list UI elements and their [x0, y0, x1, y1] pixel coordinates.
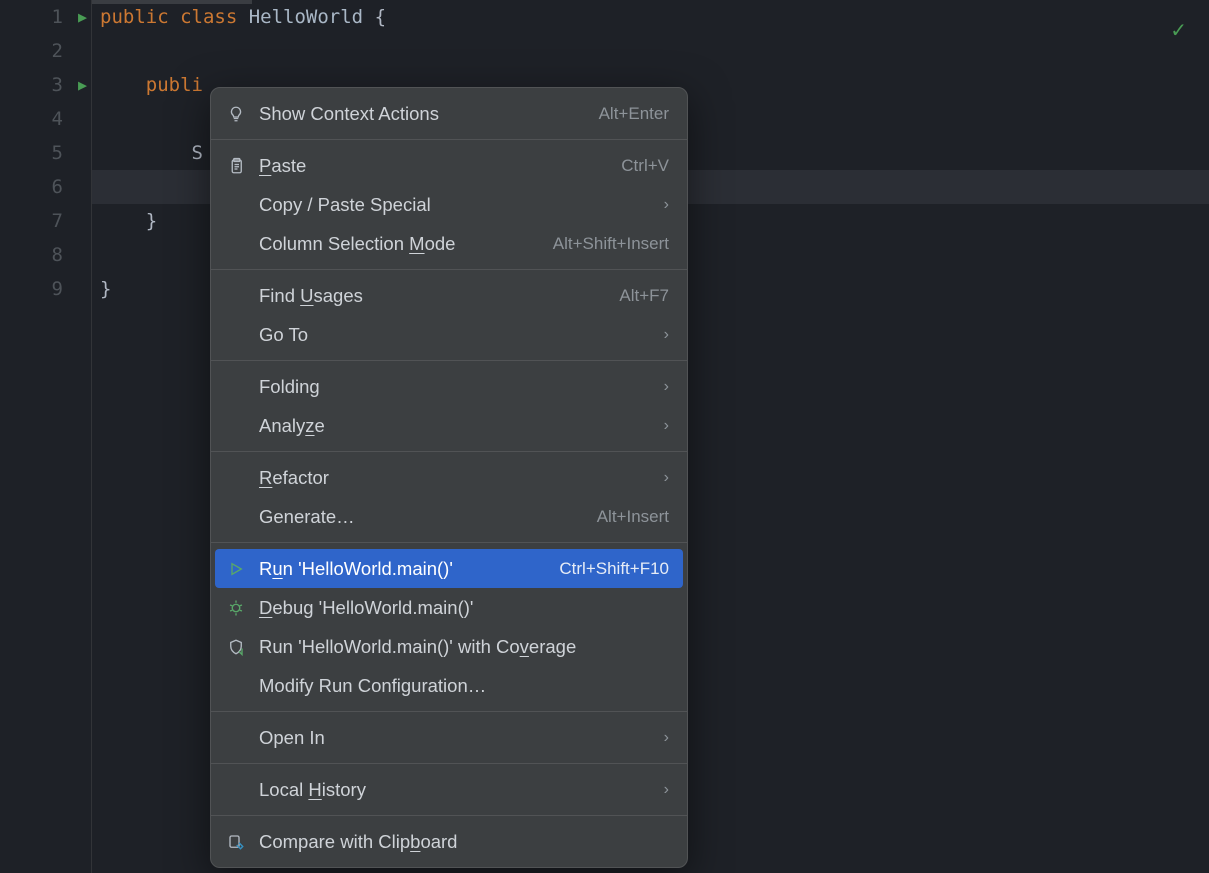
gutter-row: 2: [0, 34, 63, 68]
gutter-row: 5: [0, 136, 63, 170]
bug-icon: [225, 599, 247, 617]
context-menu-shortcut: Ctrl+Shift+F10: [559, 559, 669, 579]
context-menu-shortcut: Alt+Insert: [597, 507, 669, 527]
context-menu-item[interactable]: Local History ›: [211, 770, 687, 809]
context-menu-label: Generate…: [259, 506, 585, 528]
context-menu-shortcut: Alt+Shift+Insert: [553, 234, 669, 254]
context-menu-label: Debug 'HelloWorld.main()': [259, 597, 669, 619]
context-menu-item[interactable]: Analyze ›: [211, 406, 687, 445]
context-menu-separator: [211, 360, 687, 361]
context-menu-separator: [211, 815, 687, 816]
chevron-right-icon: ›: [664, 196, 669, 214]
context-menu-label: Modify Run Configuration…: [259, 675, 669, 697]
context-menu-label: Copy / Paste Special: [259, 194, 652, 216]
context-menu-item[interactable]: Column Selection Mode Alt+Shift+Insert: [211, 224, 687, 263]
code-line: public class HelloWorld {: [100, 0, 1209, 34]
line-number: 5: [45, 136, 63, 170]
context-menu-separator: [211, 269, 687, 270]
gutter-row: 6: [0, 170, 63, 204]
chevron-right-icon: ›: [664, 781, 669, 799]
context-menu-item[interactable]: Show Context Actions Alt+Enter: [211, 94, 687, 133]
context-menu-label: Compare with Clipboard: [259, 831, 669, 853]
context-menu-label: Open In: [259, 727, 652, 749]
line-number: 6: [45, 170, 63, 204]
line-number: 1: [45, 0, 63, 34]
chevron-right-icon: ›: [664, 417, 669, 435]
context-menu-item[interactable]: Debug 'HelloWorld.main()': [211, 588, 687, 627]
context-menu-item[interactable]: Open In ›: [211, 718, 687, 757]
context-menu-item[interactable]: Folding ›: [211, 367, 687, 406]
context-menu-separator: [211, 711, 687, 712]
context-menu-item[interactable]: Modify Run Configuration…: [211, 666, 687, 705]
chevron-right-icon: ›: [664, 326, 669, 344]
context-menu-label: Run 'HelloWorld.main()' with Coverage: [259, 636, 669, 658]
editor-gutter: 1▶23▶456789: [0, 0, 92, 873]
context-menu-shortcut: Ctrl+V: [621, 156, 669, 176]
context-menu-label: Run 'HelloWorld.main()': [259, 558, 547, 580]
run-icon: [225, 561, 247, 577]
line-number: 2: [45, 34, 63, 68]
run-gutter-icon[interactable]: ▶: [78, 68, 87, 102]
context-menu-label: Local History: [259, 779, 652, 801]
context-menu-shortcut: Alt+F7: [619, 286, 669, 306]
context-menu-separator: [211, 451, 687, 452]
gutter-row: 8: [0, 238, 63, 272]
context-menu-separator: [211, 542, 687, 543]
gutter-row: 4: [0, 102, 63, 136]
context-menu-label: Column Selection Mode: [259, 233, 541, 255]
context-menu-label: Go To: [259, 324, 652, 346]
context-menu-label: Find Usages: [259, 285, 607, 307]
context-menu-item[interactable]: Compare with Clipboard: [211, 822, 687, 861]
context-menu-item[interactable]: Copy / Paste Special ›: [211, 185, 687, 224]
context-menu-item[interactable]: Find Usages Alt+F7: [211, 276, 687, 315]
bulb-icon: [225, 105, 247, 123]
gutter-row: 7: [0, 204, 63, 238]
context-menu-item[interactable]: Paste Ctrl+V: [211, 146, 687, 185]
context-menu-separator: [211, 139, 687, 140]
context-menu-label: Folding: [259, 376, 652, 398]
context-menu-label: Show Context Actions: [259, 103, 587, 125]
clipboard-icon: [225, 157, 247, 175]
context-menu-separator: [211, 763, 687, 764]
context-menu-item[interactable]: Run 'HelloWorld.main()' with Coverage: [211, 627, 687, 666]
context-menu-item[interactable]: Refactor ›: [211, 458, 687, 497]
context-menu-label: Refactor: [259, 467, 652, 489]
chevron-right-icon: ›: [664, 378, 669, 396]
context-menu-label: Analyze: [259, 415, 652, 437]
editor-context-menu: Show Context Actions Alt+Enter Paste Ctrl+V…: [210, 87, 688, 868]
gutter-row: 1▶: [0, 0, 63, 34]
context-menu-label: Paste: [259, 155, 609, 177]
context-menu-item[interactable]: Go To ›: [211, 315, 687, 354]
line-number: 8: [45, 238, 63, 272]
line-number: 9: [45, 272, 63, 306]
context-menu-item[interactable]: Generate… Alt+Insert: [211, 497, 687, 536]
context-menu-shortcut: Alt+Enter: [599, 104, 669, 124]
line-number: 3: [45, 68, 63, 102]
run-gutter-icon[interactable]: ▶: [78, 0, 87, 34]
context-menu-item[interactable]: Run 'HelloWorld.main()' Ctrl+Shift+F10: [215, 549, 683, 588]
gutter-row: 9: [0, 272, 63, 306]
shield-icon: [225, 638, 247, 656]
analysis-ok-icon[interactable]: ✓: [1170, 18, 1187, 43]
gutter-row: 3▶: [0, 68, 63, 102]
code-line: [100, 34, 1209, 68]
chevron-right-icon: ›: [664, 469, 669, 487]
line-number: 4: [45, 102, 63, 136]
diff-icon: [225, 833, 247, 851]
line-number: 7: [45, 204, 63, 238]
chevron-right-icon: ›: [664, 729, 669, 747]
